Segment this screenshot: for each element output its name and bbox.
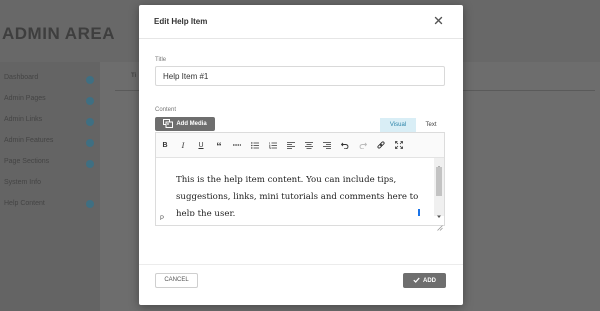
- title-input[interactable]: [155, 66, 445, 86]
- scroll-down-icon[interactable]: [434, 208, 444, 218]
- editor-content-area[interactable]: This is the help item content. You can i…: [156, 158, 434, 216]
- title-label: Title: [155, 57, 167, 63]
- dialog-header: Edit Help Item: [139, 5, 463, 39]
- sidebar-item-admin-links: Admin Links: [4, 116, 43, 123]
- checkmark-icon: [413, 277, 420, 285]
- close-icon[interactable]: [431, 13, 446, 28]
- numbered-list-icon[interactable]: [266, 138, 280, 152]
- content-editor: B I U “ This is the help item content. Y…: [155, 132, 445, 231]
- italic-icon[interactable]: I: [176, 138, 190, 152]
- add-media-button[interactable]: Add Media: [155, 117, 215, 131]
- app-title: ADMIN AREA: [2, 24, 115, 43]
- redo-icon[interactable]: [356, 138, 370, 152]
- content-label: Content: [155, 107, 177, 113]
- sidebar-badge: [86, 160, 94, 168]
- sidebar-item-admin-features: Admin Features: [4, 137, 54, 144]
- sidebar-item-dashboard: Dashboard: [4, 74, 39, 81]
- sidebar-item-system-info: System Info: [4, 179, 41, 186]
- cancel-button[interactable]: CANCEL: [155, 273, 198, 288]
- tab-visual[interactable]: Visual: [380, 118, 416, 132]
- sidebar-badge: [86, 118, 94, 126]
- align-center-icon[interactable]: [302, 138, 316, 152]
- sidebar-item-admin-pages: Admin Pages: [4, 95, 46, 102]
- text-caret: [418, 209, 420, 216]
- add-button[interactable]: ADD: [403, 273, 446, 288]
- sidebar-badge: [86, 97, 94, 105]
- link-icon[interactable]: [374, 138, 388, 152]
- column-header: Ti: [131, 73, 137, 79]
- fullscreen-icon[interactable]: [392, 138, 406, 152]
- scroll-up-icon[interactable]: [434, 158, 444, 169]
- add-media-label: Add Media: [176, 121, 207, 127]
- scrollbar-thumb[interactable]: [436, 167, 442, 196]
- blockquote-icon[interactable]: “: [212, 138, 226, 153]
- dialog-title: Edit Help Item: [154, 17, 208, 26]
- sidebar-badge: [86, 200, 94, 208]
- footer-divider: [139, 264, 463, 265]
- sidebar-item-help-content: Help Content: [4, 200, 45, 207]
- bold-icon[interactable]: B: [158, 138, 172, 152]
- editor-content-text: This is the help item content. You can i…: [176, 175, 419, 216]
- sidebar-badge: [86, 76, 94, 84]
- align-right-icon[interactable]: [320, 138, 334, 152]
- edit-help-item-dialog: Edit Help Item Title Content Add Media V…: [139, 5, 463, 305]
- tab-text[interactable]: Text: [417, 118, 445, 132]
- element-path: P: [160, 216, 165, 222]
- editor-toolbar: B I U “: [156, 133, 444, 158]
- bullet-list-icon[interactable]: [248, 138, 262, 152]
- add-button-label: ADD: [423, 277, 436, 284]
- underline-icon[interactable]: U: [194, 138, 208, 152]
- horizontal-line-icon[interactable]: [230, 138, 244, 152]
- undo-icon[interactable]: [338, 138, 352, 152]
- sidebar-badge: [86, 139, 94, 147]
- editor-scrollbar[interactable]: [434, 158, 444, 218]
- media-icon: [163, 118, 174, 130]
- sidebar-item-page-sections: Page Sections: [4, 158, 50, 165]
- resize-handle-icon[interactable]: [436, 218, 443, 231]
- align-left-icon[interactable]: [284, 138, 298, 152]
